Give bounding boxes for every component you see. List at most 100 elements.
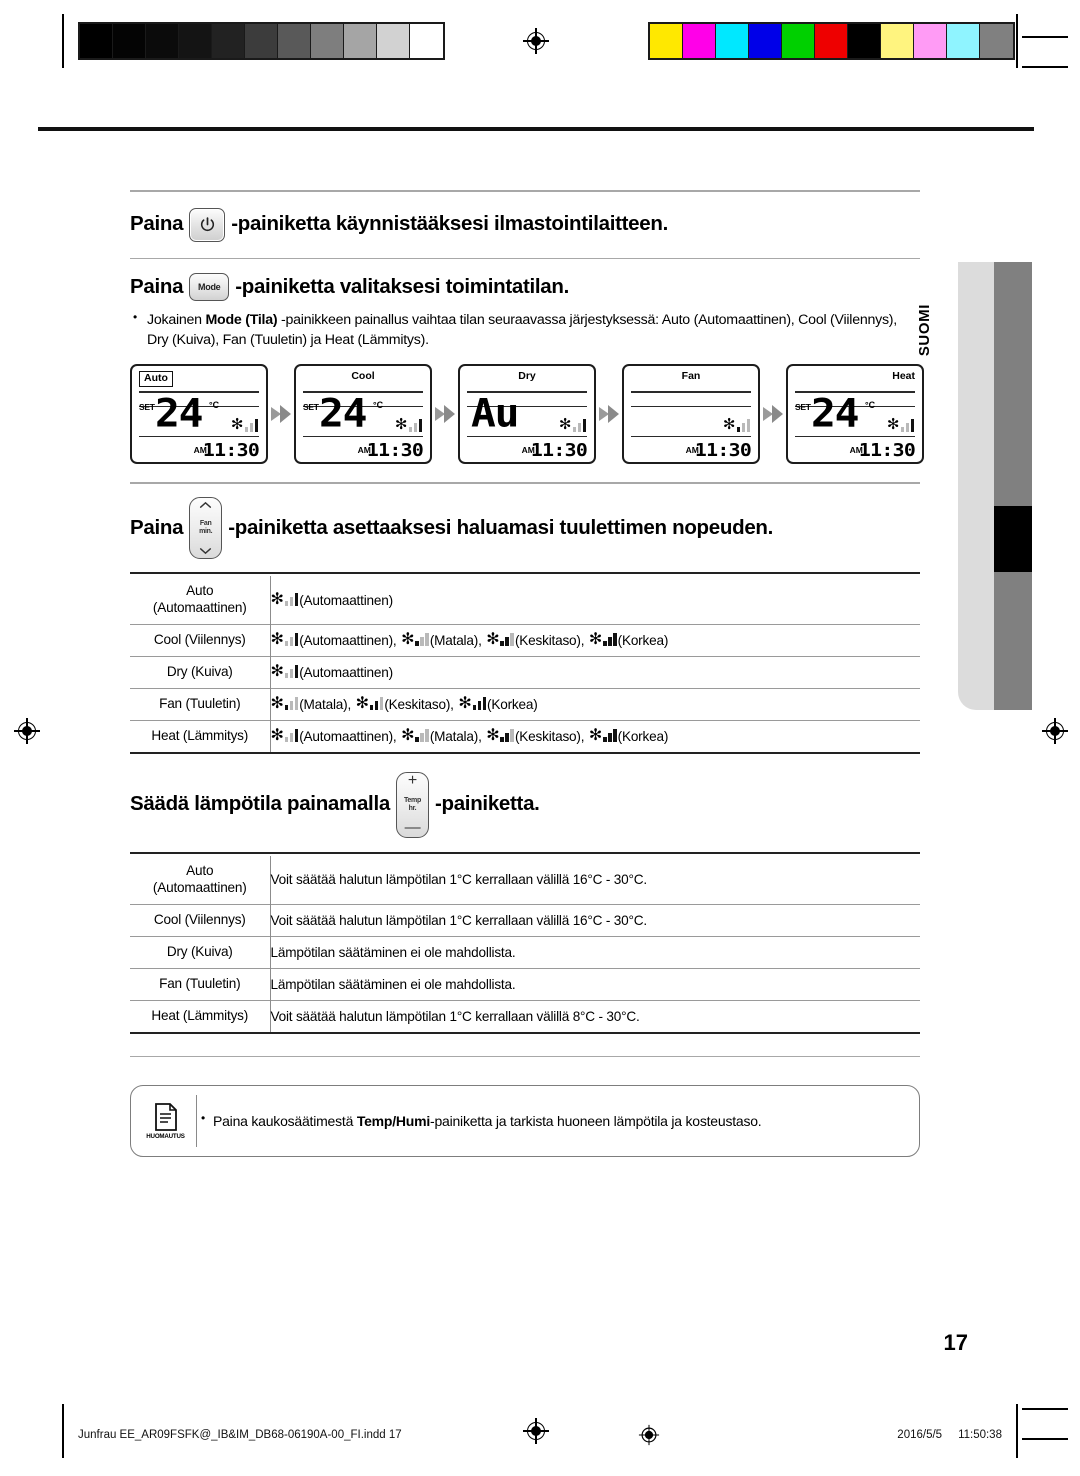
manual-page: SUOMI Paina -painiketta käynnistääksesi … [0, 0, 1080, 1476]
lcd-mode-label: Fan [681, 370, 701, 383]
lcd-clock-row: AM 11:30 [467, 437, 588, 459]
fan-speed-option: ✻ (Matala), [271, 696, 352, 712]
fan-speed-option: ✻ (Automaattinen) [271, 664, 394, 680]
temp-heading: Säädä lämpötila painamalla + Temp hr. — … [130, 771, 920, 838]
table-row: Fan (Tuuletin) Lämpötilan säätäminen ei o… [130, 968, 920, 1001]
calibration-swatch [344, 24, 377, 58]
mode-button[interactable]: Mode [189, 273, 230, 301]
fan-speed-option: ✻ (Automaattinen), [271, 728, 397, 744]
calibration-swatch [749, 24, 782, 58]
note-lead: Paina kaukosäätimestä [213, 1113, 357, 1129]
bullet-bold: Mode (Tila) [205, 312, 278, 328]
fan-heading-suffix: -painiketta asettaaksesi haluamasi tuule… [228, 515, 774, 539]
fan-speed-bars [244, 418, 258, 432]
sequence-arrow-icon [432, 401, 458, 427]
set-temperature-value: 24 [155, 391, 204, 437]
fan-speed-bars [284, 593, 299, 606]
table-bottom-rule [130, 1031, 920, 1034]
fan-blade-icon: ✻ [486, 631, 500, 649]
fan-speed-option: ✻ (Korkea) [589, 632, 668, 648]
fan-blade-icon: ✻ [401, 727, 415, 745]
display-text: Au [471, 391, 520, 437]
minus-icon: — [404, 818, 421, 836]
calibration-swatch [683, 24, 716, 58]
fan-speed-label: (Matala), [429, 632, 482, 648]
lcd-mode-label: Auto [139, 371, 173, 387]
table-bottom-rule [130, 751, 920, 754]
calibration-swatch [146, 24, 179, 58]
fan-speed-bars [572, 418, 586, 432]
registration-mark-icon [14, 718, 40, 744]
fan-speed-button[interactable]: Fan min. [189, 496, 223, 559]
temperature-range-table: Auto (Automaattinen) Voit säätää halutun l… [130, 855, 920, 1032]
lcd-main-row: Au ✻ [467, 394, 587, 436]
mode-name-cell: Dry (Kuiva) [130, 936, 271, 969]
fan-speed-label: (Korkea) [487, 696, 538, 712]
fan-speed-label: (Matala), [429, 728, 482, 744]
page-number: 17 [943, 1330, 968, 1355]
fan-blade-icon: ✻ [394, 415, 408, 433]
lcd-display-heat: Heat SET 24 °C ✻ AM 11:30 [786, 364, 924, 465]
mode-heading-suffix: -painiketta valitaksesi toimintatilan. [235, 274, 569, 298]
fan-button-label-top: Fan [199, 520, 212, 528]
fan-speed-bars [472, 697, 487, 711]
calibration-swatch [815, 24, 848, 58]
lcd-main-row: SET 24 °C ✻ [303, 394, 423, 436]
power-button[interactable] [189, 207, 226, 242]
temp-button[interactable]: + Temp hr. — [395, 771, 429, 838]
sequence-arrow-icon [596, 401, 622, 427]
fan-speed-bars [284, 729, 299, 743]
table-row: Auto (Automaattinen) ✻ (Automaattinen) [130, 575, 920, 625]
table-top-rule [130, 851, 920, 854]
bullet-lead: Jokainen [147, 312, 206, 328]
plus-icon: + [407, 771, 417, 789]
calibration-swatch [716, 24, 749, 58]
fan-blade-icon: ✻ [270, 727, 284, 745]
trim-mark [1022, 36, 1068, 38]
power-heading: Paina -painiketta käynnistääksesi ilmast… [130, 207, 920, 242]
fan-speed-indicator: ✻ [559, 417, 586, 432]
lcd-main-row: SET 24 °C ✻ [795, 394, 915, 436]
mode-name-cell: Fan (Tuuletin) [130, 968, 271, 1001]
fan-speed-label: (Korkea) [617, 632, 669, 648]
set-label: SET [795, 401, 811, 412]
fan-speed-bars [500, 633, 514, 647]
fan-speed-bars [603, 729, 617, 743]
lcd-mode-row: Heat [795, 371, 915, 391]
note-bold: Temp/Humi [356, 1113, 431, 1129]
fan-speeds-cell: ✻ (Automaattinen) [270, 576, 920, 624]
power-heading-suffix: -painiketta käynnistääksesi ilmastointil… [231, 212, 668, 236]
calibration-swatch [650, 24, 683, 58]
fan-speed-label: (Automaattinen) [299, 592, 393, 608]
calibration-swatch [980, 24, 1013, 58]
fan-speed-indicator: ✻ [723, 417, 750, 432]
lcd-clock-row: AM 11:30 [303, 437, 424, 459]
fan-speed-bars [415, 633, 429, 647]
calibration-swatch [410, 24, 443, 58]
list-item: Jokainen Mode (Tila) -painikkeen painall… [130, 309, 920, 350]
calibration-swatch [377, 24, 410, 58]
temperature-range-cell: Voit säätää halutun lämpötilan 1°C kerra… [270, 872, 648, 888]
note-icon-group: HUOMAUTUS [135, 1095, 197, 1147]
mode-heading: Paina Mode -painiketta valitaksesi toimi… [130, 273, 920, 301]
calibration-swatch [113, 24, 146, 58]
set-label: SET [139, 401, 155, 412]
table-top-rule [130, 571, 920, 574]
table-row: Dry (Kuiva) Lämpötilan säätäminen ei ole … [130, 936, 920, 969]
fan-speed-option: ✻ (Korkea) [589, 728, 668, 744]
temp-heading-suffix: -painiketta. [434, 792, 540, 816]
fan-speeds-cell: ✻ (Automaattinen), ✻ (Matala), ✻ (Keskitaso… [270, 720, 920, 751]
lcd-clock-row: AM 11:30 [795, 437, 916, 459]
trim-mark [1016, 1404, 1018, 1458]
fan-speed-option: ✻ (Matala), [401, 632, 482, 648]
calibration-swatch [278, 24, 311, 58]
color-calibration-bar [648, 22, 1015, 60]
temp-button-label-top: Temp [403, 797, 421, 805]
calibration-swatch [311, 24, 344, 58]
mode-name-cell: Cool (Viilennys) [130, 904, 271, 937]
lcd-mode-label: Heat [892, 370, 915, 383]
fan-blade-icon: ✻ [486, 727, 500, 745]
chevron-up-icon [200, 501, 212, 508]
fan-speed-label: (Automaattinen), [299, 728, 397, 744]
section-divider [130, 1055, 920, 1058]
